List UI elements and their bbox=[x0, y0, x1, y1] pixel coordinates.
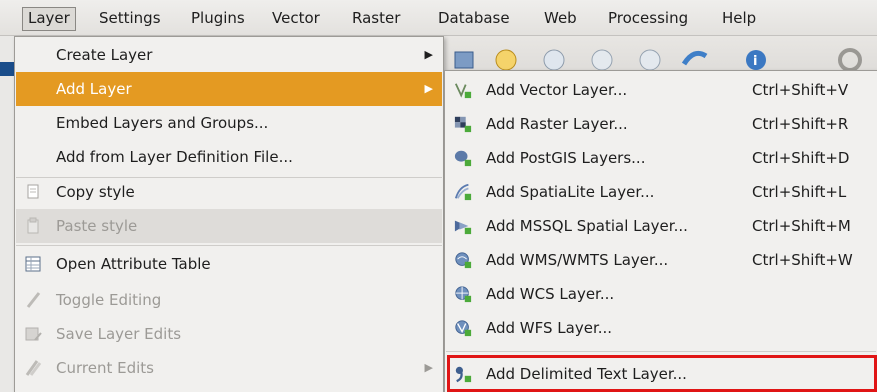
menu-item-embed-layers[interactable]: Embed Layers and Groups... bbox=[16, 106, 442, 140]
submenu-arrow-icon: ▶ bbox=[424, 82, 433, 95]
menu-item-add-mssql-spatial-layer[interactable]: Add MSSQL Spatial Layer... Ctrl+Shift+M bbox=[446, 209, 876, 243]
spatialite-icon bbox=[454, 183, 472, 201]
menu-layer[interactable]: Layer bbox=[22, 7, 76, 31]
menu-item-label: Add MSSQL Spatial Layer... bbox=[486, 217, 688, 235]
menu-item-label: Toggle Editing bbox=[56, 291, 162, 309]
menu-help[interactable]: Help bbox=[717, 7, 761, 31]
shortcut-label: Ctrl+Shift+W bbox=[752, 251, 853, 269]
menu-item-label: Paste style bbox=[56, 217, 138, 235]
menu-item-label: Add WFS Layer... bbox=[486, 319, 613, 337]
menu-item-label: Open Attribute Table bbox=[56, 255, 211, 273]
shortcut-label: Ctrl+Shift+M bbox=[752, 217, 851, 235]
menu-item-save-layer-edits[interactable]: Save Layer Edits bbox=[16, 317, 442, 351]
svg-text:i: i bbox=[753, 54, 757, 69]
menu-item-add-layer[interactable]: Add Layer ▶ bbox=[16, 72, 442, 106]
menu-raster[interactable]: Raster bbox=[347, 7, 405, 31]
shortcut-label: Ctrl+Shift+R bbox=[752, 115, 849, 133]
menu-item-label: Add Vector Layer... bbox=[486, 81, 628, 99]
wfs-icon bbox=[455, 320, 472, 337]
menu-vector[interactable]: Vector bbox=[267, 7, 325, 31]
layer-menu: Create Layer ▶ Add Layer ▶ Embed Layers … bbox=[14, 36, 444, 392]
menu-item-label: Add Layer bbox=[56, 80, 132, 98]
menu-database[interactable]: Database bbox=[433, 7, 515, 31]
menu-item-add-vector-layer[interactable]: Add Vector Layer... Ctrl+Shift+V bbox=[446, 73, 876, 107]
menu-item-copy-style[interactable]: Copy style bbox=[16, 175, 442, 209]
paste-style-icon bbox=[27, 217, 39, 234]
menu-item-label: Add Raster Layer... bbox=[486, 115, 628, 133]
toolbar-accent bbox=[0, 62, 14, 76]
window-edge bbox=[0, 36, 14, 392]
current-edits-icon bbox=[25, 360, 42, 376]
menu-item-label: Save Layer Edits bbox=[56, 325, 182, 343]
menu-separator bbox=[16, 245, 442, 246]
menu-item-add-spatialite-layer[interactable]: Add SpatiaLite Layer... Ctrl+Shift+L bbox=[446, 175, 876, 209]
mssql-icon bbox=[454, 220, 472, 235]
menu-item-label: Add from Layer Definition File... bbox=[56, 148, 293, 166]
menubar: Layer Settings Plugins Vector Raster Dat… bbox=[0, 0, 877, 36]
menu-processing[interactable]: Processing bbox=[603, 7, 693, 31]
add-layer-submenu: Add Vector Layer... Ctrl+Shift+V Add Ras… bbox=[444, 70, 877, 392]
menu-plugins[interactable]: Plugins bbox=[186, 7, 250, 31]
menu-settings[interactable]: Settings bbox=[94, 7, 166, 31]
menu-item-label: Add WCS Layer... bbox=[486, 285, 615, 303]
raster-layer-icon bbox=[454, 116, 472, 133]
vector-layer-icon bbox=[454, 83, 472, 99]
menu-item-open-attribute-table[interactable]: Open Attribute Table bbox=[16, 247, 442, 281]
menu-item-paste-style[interactable]: Paste style bbox=[16, 209, 442, 243]
shortcut-label: Ctrl+Shift+V bbox=[752, 81, 849, 99]
pencil-icon bbox=[26, 292, 41, 308]
menu-item-add-postgis-layers[interactable]: Add PostGIS Layers... Ctrl+Shift+D bbox=[446, 141, 876, 175]
menu-item-label: Add WMS/WMTS Layer... bbox=[486, 251, 669, 269]
wms-icon bbox=[455, 252, 472, 269]
menu-item-label: Add SpatiaLite Layer... bbox=[486, 183, 655, 201]
shortcut-label: Ctrl+Shift+L bbox=[752, 183, 847, 201]
menu-item-label: Current Edits bbox=[56, 359, 154, 377]
menu-item-current-edits[interactable]: Current Edits ▶ bbox=[16, 351, 442, 385]
submenu-arrow-icon: ▶ bbox=[424, 361, 433, 374]
menu-item-add-wfs-layer[interactable]: Add WFS Layer... bbox=[446, 311, 876, 345]
highlight-box bbox=[447, 355, 877, 392]
menu-item-add-raster-layer[interactable]: Add Raster Layer... Ctrl+Shift+R bbox=[446, 107, 876, 141]
shortcut-label: Ctrl+Shift+D bbox=[752, 149, 850, 167]
menu-item-label: Create Layer bbox=[56, 46, 153, 64]
menu-separator bbox=[446, 351, 876, 352]
save-edits-icon bbox=[25, 327, 42, 341]
menu-web[interactable]: Web bbox=[539, 7, 582, 31]
postgis-icon bbox=[454, 150, 472, 167]
menu-item-add-wcs-layer[interactable]: Add WCS Layer... bbox=[446, 277, 876, 311]
attribute-table-icon bbox=[25, 256, 41, 272]
menu-item-add-from-definition[interactable]: Add from Layer Definition File... bbox=[16, 140, 442, 174]
submenu-arrow-icon: ▶ bbox=[424, 48, 433, 61]
menu-item-label: Add PostGIS Layers... bbox=[486, 149, 646, 167]
menu-item-create-layer[interactable]: Create Layer ▶ bbox=[16, 38, 442, 72]
wcs-icon bbox=[455, 286, 472, 303]
menu-item-add-wms-wmts-layer[interactable]: Add WMS/WMTS Layer... Ctrl+Shift+W bbox=[446, 243, 876, 277]
menu-item-label: Copy style bbox=[56, 183, 135, 201]
menu-item-toggle-editing[interactable]: Toggle Editing bbox=[16, 283, 442, 317]
menu-item-label: Embed Layers and Groups... bbox=[56, 114, 269, 132]
copy-style-icon bbox=[27, 184, 39, 199]
